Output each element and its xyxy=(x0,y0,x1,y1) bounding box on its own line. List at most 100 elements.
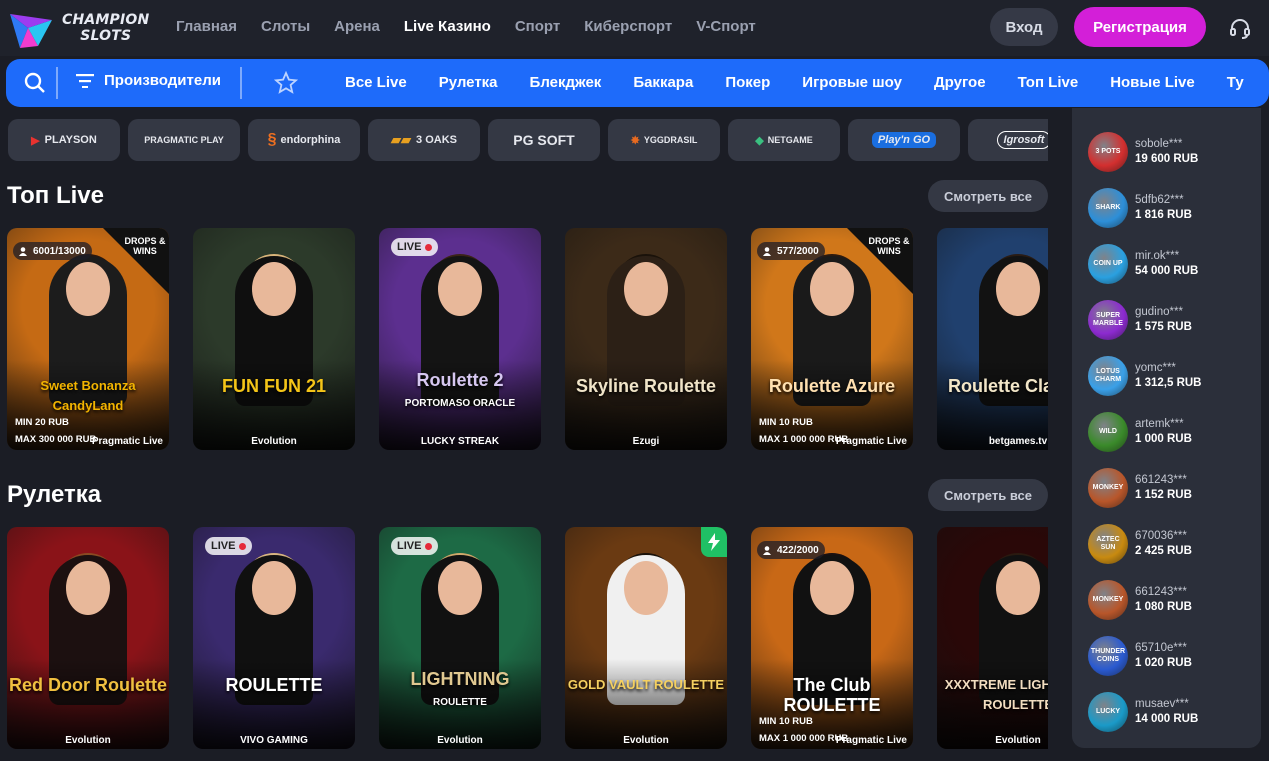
winner-game-thumbnail: LOTUS CHARM xyxy=(1088,356,1128,396)
provider-label: Evolution xyxy=(251,436,297,447)
winner-item[interactable]: 3 POTS sobole*** 19 600 RUB xyxy=(1088,132,1198,172)
providers-filter-button[interactable]: Производители xyxy=(76,72,221,89)
provider-label: Evolution xyxy=(65,735,111,746)
tab-top-live[interactable]: Топ Live xyxy=(1018,74,1079,91)
game-card[interactable]: Sweet Bonanza CandyLand 6001/13000 DROPS &… xyxy=(7,228,169,450)
tab-game-shows[interactable]: Игровые шоу xyxy=(802,74,902,91)
provider-yggdrasil[interactable]: ✸ YGGDRASIL xyxy=(608,119,720,161)
section-title-top-live: Топ Live xyxy=(7,182,104,209)
provider-label: Ezugi xyxy=(632,436,660,447)
winner-username: 670036*** xyxy=(1135,530,1187,542)
winner-item[interactable]: AZTEC SUN 670036*** 2 425 RUB xyxy=(1088,524,1192,564)
winner-username: artemk*** xyxy=(1135,418,1184,430)
game-card[interactable]: XXXTREME LIGHTNING ROULETTE Evolution xyxy=(937,527,1048,749)
provider-pgsoft[interactable]: PG SOFT xyxy=(488,119,600,161)
winner-item[interactable]: MONKEY 661243*** 1 080 RUB xyxy=(1088,580,1192,620)
nav-esport[interactable]: Киберспорт xyxy=(584,18,672,35)
tab-poker[interactable]: Покер xyxy=(725,74,770,91)
winner-item[interactable]: MONKEY 661243*** 1 152 RUB xyxy=(1088,468,1192,508)
games-row-roulette: Red Door Roulette Evolution ROULETTE LIVE VI… xyxy=(7,527,1048,749)
user-icon xyxy=(763,546,771,555)
game-card[interactable]: Roulette 2 PORTOMASO ORACLE LIVE LUCKY STRE… xyxy=(379,228,541,450)
tab-tournaments[interactable]: Ту xyxy=(1227,74,1244,91)
play-icon: ▶ xyxy=(31,134,40,147)
see-all-button-top-live[interactable]: Смотреть все xyxy=(928,180,1048,212)
winner-username: gudino*** xyxy=(1135,306,1183,318)
provider-strip: ▶ PLAYSON PRAGMATIC PLAY § endorphina ▰▰ 3 … xyxy=(8,119,1048,161)
login-button[interactable]: Вход xyxy=(990,8,1058,46)
game-title: XXXTREME LIGHTNING ROULETTE xyxy=(944,677,1048,712)
tab-blackjack[interactable]: Блекджек xyxy=(530,74,602,91)
provider-name: PLAYSON xyxy=(44,134,97,146)
tab-new-live[interactable]: Новые Live xyxy=(1110,74,1195,91)
game-title: ROULETTE xyxy=(225,675,323,695)
game-card[interactable]: Roulette Classic betgames.tv xyxy=(937,228,1048,450)
provider-netgame[interactable]: ◆ NETGAME xyxy=(728,119,840,161)
register-button[interactable]: Регистрация xyxy=(1074,7,1206,47)
headset-icon[interactable] xyxy=(1228,16,1252,40)
winner-item[interactable]: COIN UP mir.ok*** 54 000 RUB xyxy=(1088,244,1198,284)
winner-item[interactable]: WILD artemk*** 1 000 RUB xyxy=(1088,412,1192,452)
nav-sport[interactable]: Спорт xyxy=(515,18,560,35)
tab-other[interactable]: Другое xyxy=(934,74,986,91)
game-card[interactable]: Skyline Roulette Ezugi xyxy=(565,228,727,450)
winner-game-thumbnail: SHARK xyxy=(1088,188,1128,228)
winner-item[interactable]: SHARK 5dfb62*** 1 816 RUB xyxy=(1088,188,1192,228)
nav-vsport[interactable]: V-Спорт xyxy=(696,18,756,35)
winner-item[interactable]: LOTUS CHARM yomc*** 1 312,5 RUB xyxy=(1088,356,1201,396)
provider-label: Evolution xyxy=(995,735,1041,746)
players-count: 422/2000 xyxy=(777,544,819,556)
tab-roulette[interactable]: Рулетка xyxy=(439,74,498,91)
winner-game-thumbnail: SUPER MARBLE xyxy=(1088,300,1128,340)
game-card[interactable]: FUN FUN 21 Evolution xyxy=(193,228,355,450)
winner-item[interactable]: SUPER MARBLE gudino*** 1 575 RUB xyxy=(1088,300,1192,340)
game-card[interactable]: LIGHTNING ROULETTE LIVE Evolution xyxy=(379,527,541,749)
logo[interactable]: CHAMPION SLOTS xyxy=(8,6,149,50)
winner-item[interactable]: LUCKY musaev*** 14 000 RUB xyxy=(1088,692,1198,732)
game-card[interactable]: GOLD VAULT ROULETTE Evolution xyxy=(565,527,727,749)
provider-pragmatic[interactable]: PRAGMATIC PLAY xyxy=(128,119,240,161)
dealer-face xyxy=(252,561,296,615)
provider-igrosoft[interactable]: Igrosoft xyxy=(968,119,1048,161)
winner-game-thumbnail: AZTEC SUN xyxy=(1088,524,1128,564)
game-card[interactable]: The Club ROULETTE 422/2000 MIN 10 RUB MAX 1… xyxy=(751,527,913,749)
divider xyxy=(240,67,242,99)
divider xyxy=(56,67,58,99)
tab-all-live[interactable]: Все Live xyxy=(345,74,407,91)
winner-username: yomc*** xyxy=(1135,362,1176,374)
see-all-button-roulette[interactable]: Смотреть все xyxy=(928,479,1048,511)
nav-home[interactable]: Главная xyxy=(176,18,237,35)
winner-username: 661243*** xyxy=(1135,474,1187,486)
provider-label: VIVO GAMING xyxy=(240,735,308,746)
provider-playngo[interactable]: Play'n GO xyxy=(848,119,960,161)
provider-name: endorphina xyxy=(280,134,341,146)
provider-3oaks[interactable]: ▰▰ 3 OAKS xyxy=(368,119,480,161)
provider-endorphina[interactable]: § endorphina xyxy=(248,119,360,161)
provider-name: YGGDRASIL xyxy=(643,135,698,145)
game-title: The Club ROULETTE xyxy=(783,675,881,715)
tab-baccarat[interactable]: Баккара xyxy=(633,74,693,91)
provider-label: Evolution xyxy=(623,735,669,746)
game-title: FUN FUN 21 xyxy=(221,376,326,396)
min-bet: MIN 20 RUB xyxy=(15,417,69,428)
nav-slots[interactable]: Слоты xyxy=(261,18,310,35)
dealer-face xyxy=(438,262,482,316)
game-card[interactable]: ROULETTE LIVE VIVO GAMING xyxy=(193,527,355,749)
favorites-star-icon[interactable] xyxy=(273,70,299,95)
provider-playson[interactable]: ▶ PLAYSON xyxy=(8,119,120,161)
winner-game-thumbnail: THUNDER COINS xyxy=(1088,636,1128,676)
game-card[interactable]: Red Door Roulette Evolution xyxy=(7,527,169,749)
winner-username: sobole*** xyxy=(1135,138,1183,150)
winner-info: musaev*** 14 000 RUB xyxy=(1135,697,1198,727)
game-card[interactable]: Roulette Azure 577/2000 DROPS & WINS MIN 10… xyxy=(751,228,913,450)
logo-icon xyxy=(8,6,54,50)
search-icon[interactable] xyxy=(24,72,46,94)
winner-amount: 1 575 RUB xyxy=(1135,321,1192,333)
nav-arena[interactable]: Арена xyxy=(334,18,380,35)
live-label: LIVE xyxy=(397,241,422,253)
category-tabs: Все Live Рулетка Блекджек Баккара Покер … xyxy=(345,74,1269,91)
nav-live-casino[interactable]: Live Казино xyxy=(404,18,491,35)
winner-item[interactable]: THUNDER COINS 65710e*** 1 020 RUB xyxy=(1088,636,1192,676)
winner-amount: 14 000 RUB xyxy=(1135,713,1199,725)
provider-name: 3 OAKS xyxy=(416,134,457,146)
